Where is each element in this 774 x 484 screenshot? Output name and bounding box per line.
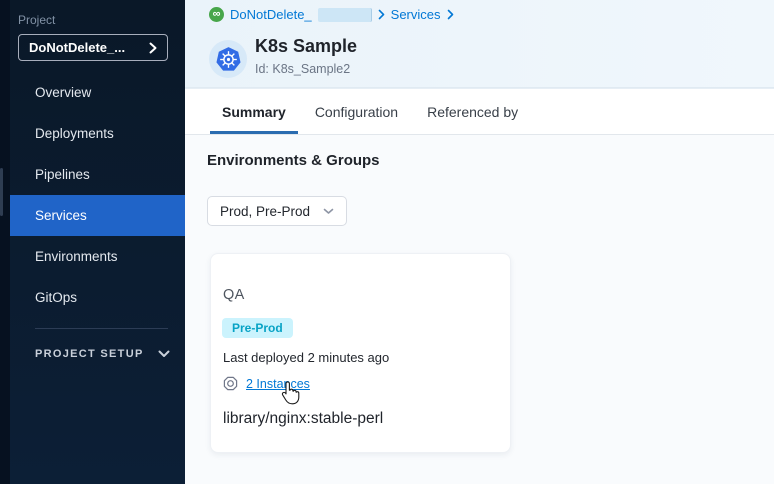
project-selector-value: DoNotDelete_... bbox=[29, 40, 125, 55]
breadcrumb-services-link[interactable]: Services bbox=[391, 7, 441, 22]
app-window: Project DoNotDelete_... Overview Deploym… bbox=[0, 0, 774, 484]
env-type-badge: Pre-Prod bbox=[222, 318, 293, 338]
chevron-right-icon bbox=[447, 9, 454, 20]
module-rail bbox=[0, 0, 10, 484]
instances-row: 2 Instances bbox=[223, 376, 310, 391]
tab-referenced-by[interactable]: Referenced by bbox=[415, 89, 530, 134]
sidebar: Project DoNotDelete_... Overview Deploym… bbox=[10, 0, 185, 484]
sidebar-divider bbox=[35, 328, 168, 329]
page-title: K8s Sample bbox=[255, 36, 357, 57]
last-deployed-text: Last deployed 2 minutes ago bbox=[223, 350, 389, 365]
instances-link[interactable]: 2 Instances bbox=[246, 377, 310, 391]
sidebar-item-label: Services bbox=[35, 208, 87, 223]
sidebar-item-services[interactable]: Services bbox=[10, 195, 185, 236]
project-setup-toggle[interactable]: PROJECT SETUP bbox=[35, 348, 170, 360]
sidebar-item-label: Overview bbox=[35, 85, 91, 100]
sidebar-item-label: GitOps bbox=[35, 290, 77, 305]
sidebar-item-environments[interactable]: Environments bbox=[10, 236, 185, 277]
kubernetes-icon bbox=[215, 46, 242, 73]
tab-label: Summary bbox=[222, 104, 286, 120]
tab-label: Referenced by bbox=[427, 104, 518, 120]
sidebar-item-deployments[interactable]: Deployments bbox=[10, 113, 185, 154]
project-label: Project bbox=[18, 13, 55, 27]
tab-summary[interactable]: Summary bbox=[210, 89, 298, 134]
tab-configuration[interactable]: Configuration bbox=[303, 89, 410, 134]
summary-content: Environments & Groups Prod, Pre-Prod QA … bbox=[185, 135, 774, 484]
chevron-right-icon bbox=[149, 42, 157, 54]
sidebar-item-label: Deployments bbox=[35, 126, 114, 141]
artifact-text: library/nginx:stable-perl bbox=[223, 410, 383, 428]
breadcrumb: ∞ DoNotDelete_ Services bbox=[209, 7, 454, 22]
sidebar-item-overview[interactable]: Overview bbox=[10, 72, 185, 113]
service-id: Id: K8s_Sample2 bbox=[255, 62, 350, 76]
project-selector[interactable]: DoNotDelete_... bbox=[18, 34, 168, 61]
main-panel: ∞ DoNotDelete_ Services bbox=[185, 0, 774, 484]
environment-name: QA bbox=[223, 287, 245, 303]
section-title: Environments & Groups bbox=[207, 152, 380, 169]
sidebar-item-label: Pipelines bbox=[35, 167, 90, 182]
tab-bar: Summary Configuration Referenced by bbox=[185, 88, 774, 135]
instances-icon bbox=[223, 376, 238, 391]
sidebar-item-pipelines[interactable]: Pipelines bbox=[10, 154, 185, 195]
sidebar-item-label: Environments bbox=[35, 249, 118, 264]
project-setup-label: PROJECT SETUP bbox=[35, 348, 144, 360]
environment-card: QA Pre-Prod Last deployed 2 minutes ago … bbox=[210, 253, 511, 453]
sidebar-nav: Overview Deployments Pipelines Services … bbox=[10, 72, 185, 318]
chevron-down-icon bbox=[158, 350, 170, 358]
breadcrumb-project-link[interactable]: DoNotDelete_ bbox=[230, 7, 312, 22]
service-header: ∞ DoNotDelete_ Services bbox=[185, 0, 774, 88]
redacted-text bbox=[318, 8, 372, 22]
environment-filter-dropdown[interactable]: Prod, Pre-Prod bbox=[207, 196, 347, 226]
rail-highlight bbox=[0, 168, 3, 216]
cd-module-icon: ∞ bbox=[209, 7, 224, 22]
environment-filter-value: Prod, Pre-Prod bbox=[220, 204, 310, 219]
chevron-right-icon bbox=[378, 9, 385, 20]
sidebar-item-gitops[interactable]: GitOps bbox=[10, 277, 185, 318]
chevron-down-icon bbox=[323, 208, 334, 215]
service-avatar bbox=[209, 40, 247, 78]
tab-label: Configuration bbox=[315, 104, 398, 120]
